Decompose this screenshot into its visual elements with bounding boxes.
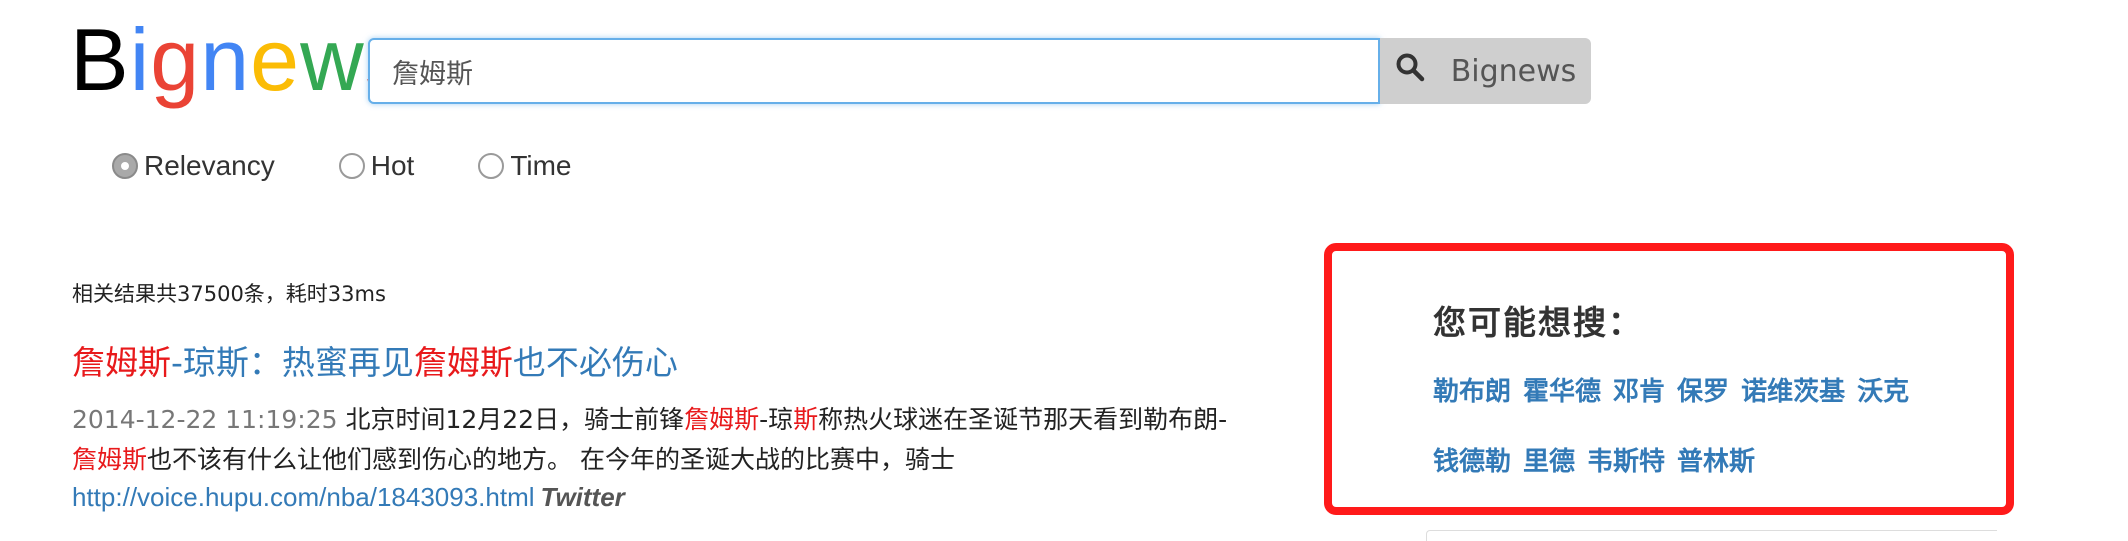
suggestion-link[interactable]: 霍华德	[1523, 377, 1601, 407]
sort-options: Relevancy Hot Time	[112, 150, 636, 182]
radio-time[interactable]: Time	[478, 150, 572, 182]
suggestion-link[interactable]: 普林斯	[1677, 447, 1755, 477]
suggestion-link[interactable]: 沃克	[1857, 377, 1909, 407]
result-date: 2014-12-22 11:19:25	[72, 405, 338, 434]
snippet-part: 称热火球迷在圣诞节那天看到勒布朗-	[818, 405, 1228, 434]
suggestion-link[interactable]: 勒布朗	[1433, 377, 1511, 407]
snippet-part: 北京时间12月22日，骑士前锋	[337, 405, 685, 434]
snippet-part: 也不该有什么让他们感到伤心的地方。 在今年的圣诞大战的比赛中，骑士	[147, 445, 955, 474]
suggestion-link[interactable]: 韦斯特	[1587, 447, 1665, 477]
suggestion-link[interactable]: 邓肯	[1613, 377, 1665, 407]
result-url-row: http://voice.hupu.com/nba/1843093.html Tw…	[72, 482, 625, 513]
radio-label: Time	[510, 150, 572, 181]
title-part: ：热蜜再见	[248, 343, 414, 382]
snippet-part: -琼	[759, 405, 794, 434]
result-url-link[interactable]: http://voice.hupu.com/nba/1843093.html	[72, 482, 535, 512]
suggestion-link[interactable]: 诺维茨基	[1741, 377, 1845, 407]
logo-letter: g	[150, 10, 201, 109]
radio-button[interactable]	[338, 153, 365, 179]
logo-letter: B	[70, 10, 130, 109]
suggestion-link[interactable]: 钱德勒	[1433, 447, 1511, 477]
result-snippet: 2014-12-22 11:19:25 北京时间12月22日，骑士前锋詹姆斯-琼…	[72, 400, 1342, 480]
radio-hot[interactable]: Hot	[338, 150, 415, 182]
title-part: 斯	[215, 343, 249, 382]
title-part: 詹姆斯	[72, 343, 171, 382]
suggestions-panel: 您可能想搜： 勒布朗 霍华德 邓肯 保罗 诺维茨基 沃克 钱德勒 里德 韦斯特 普林斯	[1324, 243, 2014, 515]
title-part: 也不必伤心	[512, 343, 678, 382]
radio-label: Relevancy	[144, 150, 275, 181]
result-source: Twitter	[540, 482, 625, 512]
search-button-label: Bignews	[1450, 53, 1577, 89]
radio-relevancy[interactable]: Relevancy	[112, 150, 275, 182]
search-bar: Bignews	[368, 38, 1591, 104]
radio-label: Hot	[370, 150, 415, 181]
snippet-part: 詹姆斯	[72, 445, 148, 474]
logo-letter: i	[129, 10, 151, 109]
result-stats: 相关结果共37500条，耗时33ms	[72, 282, 386, 306]
suggestions-row: 钱德勒 里德 韦斯特 普林斯	[1433, 441, 1767, 478]
snippet-part: 詹姆斯	[684, 405, 760, 434]
logo-letter: w	[300, 10, 365, 109]
logo-letter: e	[250, 10, 301, 109]
search-icon	[1395, 52, 1425, 90]
title-part: -琼	[171, 343, 216, 382]
result-title-link[interactable]: 詹姆斯-琼斯：热蜜再见詹姆斯也不必伤心	[72, 336, 678, 384]
radio-button[interactable]	[112, 153, 138, 179]
panel-edge	[1426, 530, 1997, 541]
search-input[interactable]	[368, 38, 1380, 104]
snippet-part: 斯	[793, 405, 819, 434]
search-button[interactable]: Bignews	[1380, 38, 1591, 104]
logo-letter: n	[200, 10, 251, 109]
suggestion-link[interactable]: 里德	[1523, 447, 1575, 477]
radio-button[interactable]	[478, 153, 505, 179]
suggestions-row: 勒布朗 霍华德 邓肯 保罗 诺维茨基 沃克	[1433, 371, 1921, 408]
bignews-logo[interactable]: Bignews	[70, 16, 410, 104]
suggestions-title: 您可能想搜：	[1433, 303, 1643, 342]
suggestion-link[interactable]: 保罗	[1677, 377, 1729, 407]
title-part: 詹姆斯	[413, 343, 513, 382]
